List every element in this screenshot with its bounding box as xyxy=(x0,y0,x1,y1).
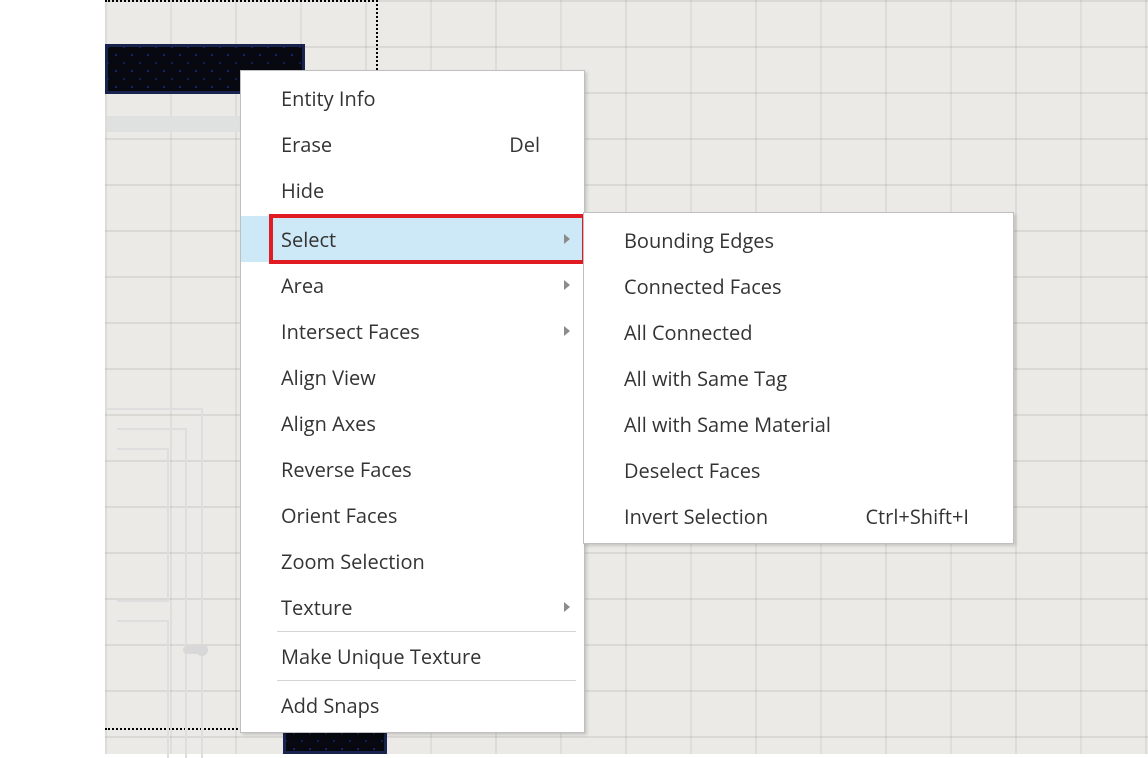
menu-separator xyxy=(277,214,576,215)
menu-item-label: Area xyxy=(281,272,540,299)
menu-item-erase[interactable]: Erase Del xyxy=(241,121,584,167)
submenu-arrow-icon xyxy=(564,280,570,290)
menu-item-intersect-faces[interactable]: Intersect Faces xyxy=(241,308,584,354)
door-panel-upper xyxy=(117,448,169,602)
menu-separator xyxy=(277,680,576,681)
menu-item-select[interactable]: Select xyxy=(241,216,584,262)
menu-item-label: Add Snaps xyxy=(281,692,540,719)
menu-item-label: Align Axes xyxy=(281,410,540,437)
menu-item-label: Align View xyxy=(281,364,540,391)
submenu-item-bounding-edges[interactable]: Bounding Edges xyxy=(584,217,1013,263)
menu-item-label: Hide xyxy=(281,177,540,204)
submenu-item-all-with-same-tag[interactable]: All with Same Tag xyxy=(584,355,1013,401)
door-outline xyxy=(107,408,203,758)
menu-item-add-snaps[interactable]: Add Snaps xyxy=(241,682,584,728)
door-handle xyxy=(183,646,205,654)
menu-separator xyxy=(277,631,576,632)
menu-item-label: Make Unique Texture xyxy=(281,643,540,670)
menu-item-label: Connected Faces xyxy=(624,273,969,300)
menu-item-label: All Connected xyxy=(624,319,969,346)
select-submenu[interactable]: Bounding Edges Connected Faces All Conne… xyxy=(583,212,1014,544)
menu-item-entity-info[interactable]: Entity Info xyxy=(241,75,584,121)
menu-item-texture[interactable]: Texture xyxy=(241,584,584,630)
menu-item-label: Invert Selection xyxy=(624,503,845,530)
submenu-arrow-icon xyxy=(564,326,570,336)
menu-item-label: Select xyxy=(281,226,540,253)
menu-item-label: Intersect Faces xyxy=(281,318,540,345)
menu-item-zoom-selection[interactable]: Zoom Selection xyxy=(241,538,584,584)
submenu-item-all-connected[interactable]: All Connected xyxy=(584,309,1013,355)
menu-item-shortcut: Del xyxy=(489,131,540,158)
door-inner-frame xyxy=(117,428,187,758)
submenu-item-invert-selection[interactable]: Invert Selection Ctrl+Shift+I xyxy=(584,493,1013,539)
menu-item-reverse-faces[interactable]: Reverse Faces xyxy=(241,446,584,492)
menu-item-label: Texture xyxy=(281,594,540,621)
menu-item-label: Entity Info xyxy=(281,85,540,112)
submenu-arrow-icon xyxy=(564,602,570,612)
menu-item-make-unique-texture[interactable]: Make Unique Texture xyxy=(241,633,584,679)
menu-item-label: Reverse Faces xyxy=(281,456,540,483)
context-menu[interactable]: Entity Info Erase Del Hide Select Area I… xyxy=(240,70,585,733)
menu-item-label: Orient Faces xyxy=(281,502,540,529)
submenu-item-deselect-faces[interactable]: Deselect Faces xyxy=(584,447,1013,493)
submenu-arrow-icon xyxy=(564,234,570,244)
menu-item-label: Zoom Selection xyxy=(281,548,540,575)
menu-item-hide[interactable]: Hide xyxy=(241,167,584,213)
menu-item-area[interactable]: Area xyxy=(241,262,584,308)
submenu-item-connected-faces[interactable]: Connected Faces xyxy=(584,263,1013,309)
menu-item-label: Erase xyxy=(281,131,489,158)
menu-item-orient-faces[interactable]: Orient Faces xyxy=(241,492,584,538)
door-panel-lower xyxy=(117,620,169,758)
menu-item-align-view[interactable]: Align View xyxy=(241,354,584,400)
menu-item-align-axes[interactable]: Align Axes xyxy=(241,400,584,446)
menu-item-shortcut: Ctrl+Shift+I xyxy=(845,503,969,530)
menu-item-label: All with Same Tag xyxy=(624,365,969,392)
menu-item-label: All with Same Material xyxy=(624,411,969,438)
menu-item-label: Bounding Edges xyxy=(624,227,969,254)
menu-item-label: Deselect Faces xyxy=(624,457,969,484)
submenu-item-all-with-same-material[interactable]: All with Same Material xyxy=(584,401,1013,447)
